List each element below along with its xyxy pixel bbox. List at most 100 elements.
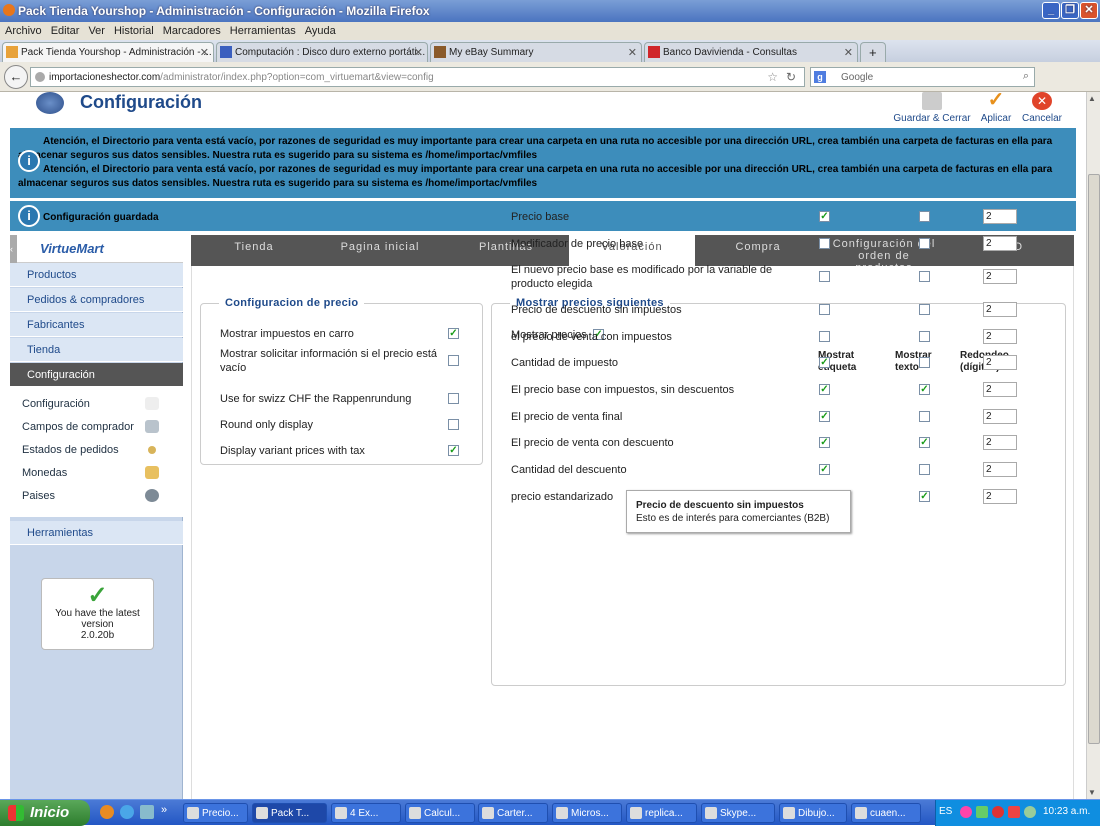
tray-security-icon[interactable] <box>992 806 1004 818</box>
show-text-checkbox[interactable] <box>919 357 930 368</box>
menu-historial[interactable]: Historial <box>109 22 158 37</box>
browser-tab-computacion[interactable]: Computación : Disco duro externo portáti… <box>216 42 428 62</box>
show-label-checkbox[interactable] <box>819 304 830 315</box>
taskbar-item[interactable]: Dibujo... <box>779 803 847 823</box>
show-text-checkbox[interactable] <box>919 411 930 422</box>
price-option-checkbox[interactable] <box>448 419 459 430</box>
show-label-checkbox[interactable] <box>819 271 830 282</box>
sidebar-item-tienda[interactable]: Tienda <box>10 338 183 362</box>
rounding-digits-input[interactable]: 2 <box>983 302 1017 317</box>
taskbar-item[interactable]: cuaen... <box>851 803 921 823</box>
rounding-digits-input[interactable]: 2 <box>983 329 1017 344</box>
browser-tab-yourshop[interactable]: Pack Tienda Yourshop - Administración - … <box>2 42 214 62</box>
rounding-digits-input[interactable]: 2 <box>983 462 1017 477</box>
minimize-button[interactable]: _ <box>1042 2 1060 19</box>
show-text-checkbox[interactable] <box>919 331 930 342</box>
taskbar-item[interactable]: Precio... <box>183 803 248 823</box>
show-label-checkbox[interactable]: ✓ <box>819 211 830 222</box>
close-tab-icon[interactable]: ✕ <box>844 46 853 59</box>
menu-herramientas[interactable]: Herramientas <box>225 22 300 37</box>
show-label-checkbox[interactable]: ✓ <box>819 357 830 368</box>
price-option-checkbox[interactable] <box>448 393 459 404</box>
start-button[interactable]: Inicio <box>0 800 90 826</box>
show-label-checkbox[interactable] <box>819 331 830 342</box>
tray-network-icon[interactable] <box>976 806 988 818</box>
menu-editar[interactable]: Editar <box>46 22 84 37</box>
show-text-checkbox[interactable] <box>919 238 930 249</box>
submenu-monedas[interactable]: Monedas <box>10 462 183 485</box>
submenu-estados-pedidos[interactable]: Estados de pedidos <box>10 439 183 462</box>
browser-tab-davivienda[interactable]: Banco Davivienda - Consultas ✕ <box>644 42 858 62</box>
taskbar-item[interactable]: Micros... <box>552 803 622 823</box>
menu-marcadores[interactable]: Marcadores <box>158 22 225 37</box>
submenu-paises[interactable]: Paises <box>10 485 183 508</box>
taskbar-item[interactable]: Calcul... <box>405 803 475 823</box>
rounding-digits-input[interactable]: 2 <box>983 489 1017 504</box>
rounding-digits-input[interactable]: 2 <box>983 209 1017 224</box>
scrollbar-thumb[interactable] <box>1088 174 1100 744</box>
show-text-checkbox[interactable]: ✓ <box>919 437 930 448</box>
show-text-checkbox[interactable] <box>919 271 930 282</box>
taskbar-item[interactable]: Carter... <box>478 803 548 823</box>
bookmark-star-icon[interactable]: ☆ <box>767 70 778 84</box>
url-bar[interactable]: importacioneshector.com/administrator/in… <box>30 67 805 87</box>
sidebar-item-productos[interactable]: Productos <box>10 263 183 287</box>
taskbar-item[interactable]: 4 Ex... <box>331 803 401 823</box>
quicklaunch-ie-icon[interactable] <box>120 805 134 819</box>
maximize-button[interactable]: ❐ <box>1061 2 1079 19</box>
sidebar-item-pedidos[interactable]: Pedidos & compradores <box>10 288 183 312</box>
tab-tienda[interactable]: Tienda <box>191 235 317 266</box>
rounding-digits-input[interactable]: 2 <box>983 269 1017 284</box>
price-option-checkbox[interactable] <box>448 355 459 366</box>
show-label-checkbox[interactable]: ✓ <box>819 384 830 395</box>
tray-app-icon[interactable] <box>960 806 972 818</box>
back-button[interactable]: ← <box>4 65 28 89</box>
show-text-checkbox[interactable] <box>919 464 930 475</box>
taskbar-item[interactable]: Pack T... <box>252 803 327 823</box>
show-label-checkbox[interactable]: ✓ <box>819 411 830 422</box>
tab-pagina-inicial[interactable]: Pagina inicial <box>317 235 443 266</box>
close-tab-icon[interactable]: ✕ <box>200 46 209 59</box>
sidebar-item-fabricantes[interactable]: Fabricantes <box>10 313 183 337</box>
show-label-checkbox[interactable]: ✓ <box>819 464 830 475</box>
show-text-checkbox[interactable] <box>919 211 930 222</box>
show-text-checkbox[interactable] <box>919 304 930 315</box>
taskbar-item[interactable]: replica... <box>626 803 697 823</box>
submenu-configuracion[interactable]: Configuración <box>10 393 183 416</box>
show-text-checkbox[interactable]: ✓ <box>919 491 930 502</box>
cancel-button[interactable]: ✕ Cancelar <box>1020 92 1064 124</box>
new-tab-button[interactable]: + <box>860 42 886 62</box>
sidebar-item-configuracion[interactable]: Configuración <box>10 363 183 387</box>
rounding-digits-input[interactable]: 2 <box>983 382 1017 397</box>
browser-tab-ebay[interactable]: My eBay Summary ✕ <box>430 42 642 62</box>
scroll-down-icon[interactable]: ▼ <box>1088 788 1096 797</box>
scroll-up-icon[interactable]: ▲ <box>1088 94 1096 103</box>
rounding-digits-input[interactable]: 2 <box>983 236 1017 251</box>
quicklaunch-firefox-icon[interactable] <box>100 805 114 819</box>
page-scrollbar[interactable]: ▲ ▼ <box>1086 92 1100 799</box>
price-option-checkbox[interactable]: ✓ <box>448 328 459 339</box>
save-close-button[interactable]: Guardar & Cerrar <box>893 92 971 124</box>
price-option-checkbox[interactable]: ✓ <box>448 445 459 456</box>
sidebar-item-herramientas[interactable]: Herramientas <box>10 521 183 545</box>
show-label-checkbox[interactable] <box>819 238 830 249</box>
show-text-checkbox[interactable]: ✓ <box>919 384 930 395</box>
menu-archivo[interactable]: Archivo <box>0 22 46 37</box>
quicklaunch-desktop-icon[interactable] <box>140 805 154 819</box>
submenu-campos-comprador[interactable]: Campos de comprador <box>10 416 183 439</box>
close-window-button[interactable]: ✕ <box>1080 2 1098 19</box>
collapse-sidebar-icon[interactable]: ‹ <box>10 235 17 263</box>
apply-button[interactable]: ✓ Aplicar <box>978 92 1014 124</box>
search-icon[interactable]: ⌕ <box>1023 70 1029 83</box>
taskbar-item[interactable]: Skype... <box>701 803 775 823</box>
rounding-digits-input[interactable]: 2 <box>983 355 1017 370</box>
menu-ayuda[interactable]: Ayuda <box>300 22 340 37</box>
language-indicator[interactable]: ES <box>939 806 952 817</box>
tray-skype-icon[interactable] <box>1024 806 1036 818</box>
close-tab-icon[interactable]: ✕ <box>414 46 423 59</box>
show-label-checkbox[interactable]: ✓ <box>819 437 830 448</box>
tray-antivirus-icon[interactable] <box>1008 806 1020 818</box>
reload-icon[interactable]: ↻ <box>786 70 796 84</box>
menu-ver[interactable]: Ver <box>83 22 109 37</box>
rounding-digits-input[interactable]: 2 <box>983 435 1017 450</box>
